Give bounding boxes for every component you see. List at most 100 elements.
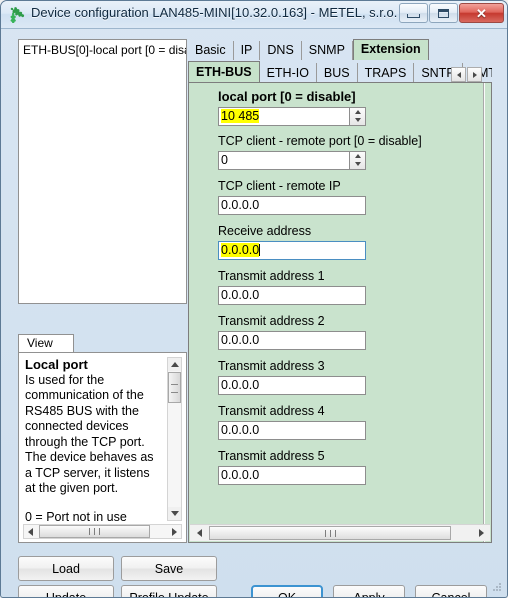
field-value: 0.0.0.0 [221,243,260,257]
field-input[interactable]: 10 485 [218,107,366,126]
ok-button[interactable]: OK [251,585,323,597]
view-tabstrip: View [18,334,187,353]
panel-scroll-thumb[interactable] [209,526,451,540]
tab-ip[interactable]: IP [234,41,261,60]
field-value: 0.0.0.0 [221,288,260,302]
field-label: TCP client - remote IP [218,179,341,193]
scroll-thumb-horizontal[interactable] [39,525,150,538]
subtab-eth-io[interactable]: ETH-IO [260,63,317,83]
secondary-tab-row: ETH-BUSETH-IOBUSTRAPSSNTPSMTP [188,61,492,83]
help-title: Local port [25,357,88,372]
help-note: 0 = Port not in use [25,509,127,523]
panel-horizontal-scrollbar[interactable] [190,524,490,541]
close-button[interactable]: ✕ [459,3,504,23]
window-controls: ✕ [398,3,504,23]
field-transmit-address-2: Transmit address 2 0.0.0.0 [218,314,366,350]
field-local-port-0-disable: local port [0 = disable] 10 485 [218,89,366,126]
maximize-button[interactable] [429,3,458,23]
tab-scroll-arrows [450,67,482,82]
field-label: Transmit address 1 [218,269,325,283]
spinner-down-icon[interactable] [350,160,365,168]
field-input[interactable]: 0.0.0.0 [218,331,366,350]
panel-scroll-left-arrow[interactable] [192,526,206,540]
field-input[interactable]: 0.0.0.0 [218,376,366,395]
minimize-button[interactable] [399,3,428,23]
help-horizontal-scrollbar[interactable] [23,524,182,539]
field-input[interactable]: 0.0.0.0 [218,196,366,215]
help-vertical-scrollbar[interactable] [167,357,182,521]
field-transmit-address-3: Transmit address 3 0.0.0.0 [218,359,366,395]
subtab-traps[interactable]: TRAPS [358,63,415,83]
puzzle-piece-icon [8,6,25,25]
field-label: Transmit address 5 [218,449,325,463]
panel-scroll-right-arrow[interactable] [474,526,488,540]
field-value: 0 [221,153,228,167]
field-value: 0.0.0.0 [221,468,260,482]
update-button[interactable]: Update [18,585,114,597]
field-input[interactable]: 0 [218,151,366,170]
device-configuration-window: Device configuration LAN485-MINI[10.32.0… [0,0,508,598]
field-transmit-address-1: Transmit address 1 0.0.0.0 [218,269,366,305]
primary-tab-row: Basic IP DNS SNMP Extension [188,39,429,60]
eth-bus-settings-panel: local port [0 = disable] 10 485 TCP client… [188,82,492,543]
parameter-tree-panel[interactable]: ETH-BUS[0]-local port [0 = disab [18,39,187,304]
profile-update-button[interactable]: Profile Update [121,585,217,597]
spinner-down-icon[interactable] [350,116,365,124]
scroll-up-arrow[interactable] [168,358,181,371]
scroll-right-arrow[interactable] [168,525,181,538]
scroll-down-arrow[interactable] [168,507,181,520]
maximize-icon [438,8,449,18]
client-area: ETH-BUS[0]-local port [0 = disab View Lo… [5,31,505,597]
field-input[interactable]: 0.0.0.0 [218,241,366,260]
minimize-icon [407,13,420,18]
apply-button[interactable]: Apply [333,585,405,597]
scroll-left-arrow[interactable] [24,525,37,538]
field-value: 0.0.0.0 [221,423,260,437]
field-input[interactable]: 0.0.0.0 [218,286,366,305]
field-label: Transmit address 2 [218,314,325,328]
field-receive-address: Receive address 0.0.0.0 [218,224,366,260]
field-value: 0.0.0.0 [221,333,260,347]
spinner-control[interactable] [349,108,365,125]
field-transmit-address-5: Transmit address 5 0.0.0.0 [218,449,366,485]
field-label: Transmit address 4 [218,404,325,418]
tab-extension[interactable]: Extension [352,39,429,60]
window-title: Device configuration LAN485-MINI[10.32.0… [31,5,398,20]
spinner-up-icon[interactable] [350,152,365,160]
scroll-tabs-right-button[interactable] [467,67,482,82]
scroll-thumb-vertical[interactable] [168,372,181,403]
view-panel: Local port Is used for the communication… [18,352,187,543]
scroll-tabs-left-button[interactable] [451,67,466,82]
field-label: Receive address [218,224,312,238]
tab-snmp[interactable]: SNMP [302,41,353,60]
field-value: 10 485 [221,109,260,123]
text-caret [259,244,261,256]
field-label: local port [0 = disable] [218,89,356,104]
tab-view[interactable]: View [18,334,74,353]
field-label: Transmit address 3 [218,359,325,373]
field-transmit-address-4: Transmit address 4 0.0.0.0 [218,404,366,440]
subtab-eth-bus[interactable]: ETH-BUS [188,61,260,83]
help-paragraph: Is used for the communication of the RS4… [25,372,154,496]
settings-tabs: Basic IP DNS SNMP Extension ETH-BUS ETH-IO BUS… [188,39,492,543]
field-tcp-client-remote-port-0-disable: TCP client - remote port [0 = disable] 0 [218,134,422,170]
load-button[interactable]: Load [18,556,114,581]
spinner-up-icon[interactable] [350,108,365,116]
spinner-control[interactable] [349,152,365,169]
save-button[interactable]: Save [121,556,217,581]
tab-dns[interactable]: DNS [260,41,302,60]
subtab-bus[interactable]: BUS [317,63,358,83]
field-value: 0.0.0.0 [221,378,260,392]
list-item[interactable]: ETH-BUS[0]-local port [0 = disab [19,40,186,57]
field-tcp-client-remote-ip: TCP client - remote IP 0.0.0.0 [218,179,366,215]
close-icon: ✕ [476,5,487,21]
cancel-button[interactable]: Cancel [415,585,487,597]
field-input[interactable]: 0.0.0.0 [218,466,366,485]
title-bar: Device configuration LAN485-MINI[10.32.0… [1,1,507,29]
field-value: 0.0.0.0 [221,198,260,212]
form-fields: local port [0 = disable] 10 485 TCP client… [189,83,471,524]
field-input[interactable]: 0.0.0.0 [218,421,366,440]
tab-basic[interactable]: Basic [188,41,234,60]
resize-grip[interactable] [490,581,502,593]
help-text: Local port Is used for the communication… [25,357,161,522]
